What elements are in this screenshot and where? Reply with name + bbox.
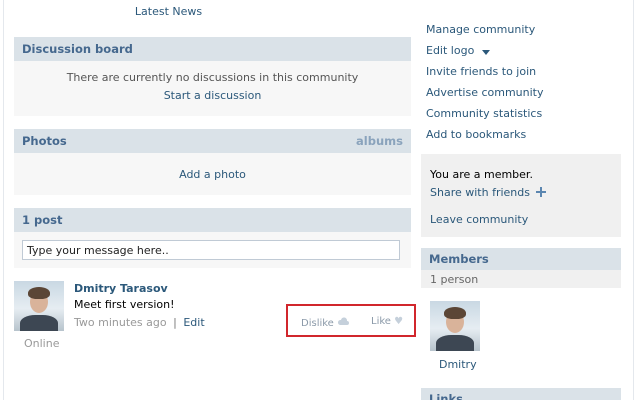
member-status-text: You are a member. [430, 168, 533, 181]
right-border [633, 0, 634, 400]
share-label: Share with friends [430, 186, 530, 199]
statistics-link[interactable]: Community statistics [426, 107, 542, 120]
bookmarks-link[interactable]: Add to bookmarks [426, 128, 526, 141]
add-photo-link[interactable]: Add a photo [179, 168, 246, 181]
dislike-button[interactable]: Dislike [301, 317, 350, 329]
post-time: Two minutes ago [74, 316, 167, 329]
links-header: Links [421, 388, 621, 400]
membership-panel: You are a member. Share with friends Lea… [421, 154, 621, 237]
plus-icon [536, 186, 547, 200]
post-edit-link[interactable]: Edit [183, 316, 204, 329]
post-meta: Two minutes ago | Edit [74, 316, 205, 329]
leave-community-link[interactable]: Leave community [430, 213, 528, 226]
members-header: Members [421, 248, 621, 270]
start-discussion-link[interactable]: Start a discussion [164, 89, 262, 102]
discussion-title: Discussion board [22, 42, 133, 56]
share-friends-link[interactable]: Share with friends [430, 186, 547, 200]
member-name-link[interactable]: Dmitry [439, 358, 477, 371]
albums-link[interactable]: albums [356, 134, 403, 148]
like-label: Like [371, 316, 391, 327]
cloud-icon [337, 317, 350, 329]
photos-body: Add a photo [14, 153, 411, 195]
discussion-empty-text: There are currently no discussions in th… [66, 71, 359, 84]
advertise-link[interactable]: Advertise community [426, 86, 544, 99]
post-author-avatar[interactable] [14, 281, 64, 331]
caret-down-icon [481, 45, 490, 58]
left-border [3, 0, 4, 400]
meta-separator: | [173, 316, 177, 329]
post-text: Meet first version! [74, 298, 175, 311]
members-count: 1 person [430, 273, 479, 286]
post-author-name[interactable]: Dmitry Tarasov [74, 282, 168, 295]
posts-header: 1 post [14, 208, 411, 232]
links-title: Links [429, 392, 463, 400]
heart-icon: ♥ [394, 316, 404, 327]
photos-header: Photos albums [14, 129, 411, 153]
edit-logo-link[interactable]: Edit logo [426, 44, 490, 58]
post-input[interactable]: Type your message here.. [22, 240, 400, 260]
manage-community-link[interactable]: Manage community [426, 23, 535, 36]
discussion-body: There are currently no discussions in th… [14, 61, 411, 116]
members-title: Members [429, 252, 489, 266]
invite-friends-link[interactable]: Invite friends to join [426, 65, 536, 78]
like-button[interactable]: Like ♥ [371, 316, 403, 327]
photos-title: Photos [22, 134, 67, 148]
members-count-bar: 1 person [421, 270, 621, 288]
author-online-status: Online [24, 337, 60, 350]
dislike-label: Dislike [301, 318, 334, 329]
edit-logo-label: Edit logo [426, 44, 475, 57]
member-avatar[interactable] [430, 301, 480, 351]
posts-title: 1 post [22, 213, 63, 227]
latest-news-link[interactable]: Latest News [0, 5, 337, 18]
discussion-header: Discussion board [14, 37, 411, 61]
